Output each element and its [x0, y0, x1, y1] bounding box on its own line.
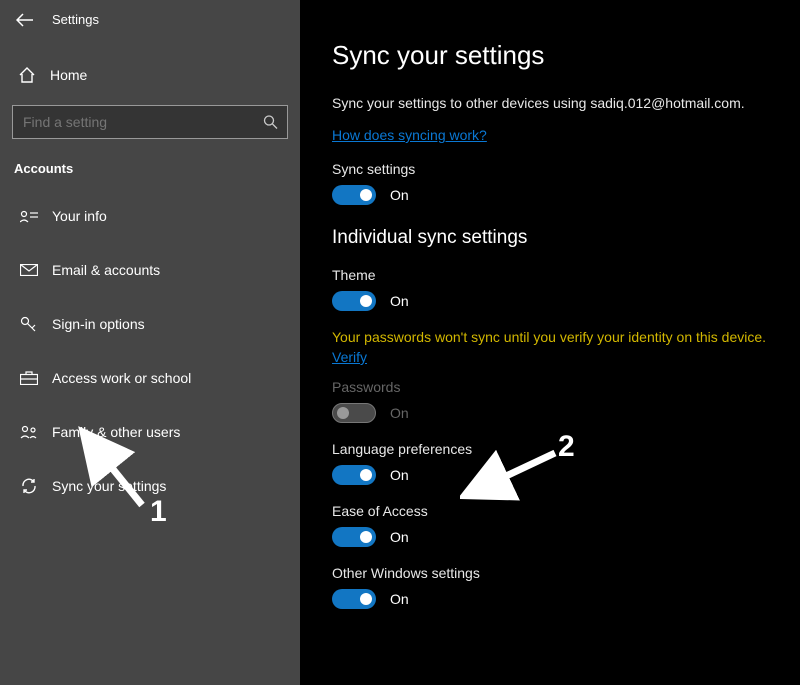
section-label: Accounts [0, 139, 300, 184]
toggle-state: On [390, 467, 409, 483]
sync-settings-toggle[interactable] [332, 185, 376, 205]
toggle-state: On [390, 293, 409, 309]
key-icon [20, 316, 38, 332]
passwords-toggle [332, 403, 376, 423]
individual-sync-title: Individual sync settings [332, 227, 770, 249]
ease-label: Ease of Access [332, 503, 770, 519]
other-toggle[interactable] [332, 589, 376, 609]
sidebar-item-your-info[interactable]: Your info [0, 194, 300, 238]
family-icon [20, 425, 38, 439]
sidebar-item-label: Sync your settings [52, 478, 166, 494]
person-card-icon [20, 209, 38, 223]
toggle-state: On [390, 187, 409, 203]
sync-settings-label: Sync settings [332, 161, 770, 177]
ease-toggle[interactable] [332, 527, 376, 547]
mail-icon [20, 264, 38, 276]
toggle-state: On [390, 405, 409, 421]
sync-description: Sync your settings to other devices usin… [332, 95, 770, 111]
verify-link[interactable]: Verify [332, 349, 770, 365]
theme-toggle[interactable] [332, 291, 376, 311]
theme-label: Theme [332, 267, 770, 283]
sidebar-item-work[interactable]: Access work or school [0, 356, 300, 400]
password-warning: Your passwords won't sync until you veri… [332, 329, 770, 345]
toggle-state: On [390, 529, 409, 545]
briefcase-icon [20, 371, 38, 385]
search-icon[interactable] [263, 115, 278, 130]
other-label: Other Windows settings [332, 565, 770, 581]
sidebar-item-label: Access work or school [52, 370, 191, 386]
toggle-state: On [390, 591, 409, 607]
header-bar: Settings [0, 0, 300, 35]
search-wrap [12, 105, 288, 139]
page-title: Sync your settings [332, 40, 770, 71]
sidebar-item-email[interactable]: Email & accounts [0, 248, 300, 292]
back-icon[interactable] [16, 13, 36, 27]
sidebar-item-label: Email & accounts [52, 262, 160, 278]
home-row[interactable]: Home [0, 53, 300, 97]
sidebar-item-family[interactable]: Family & other users [0, 410, 300, 454]
sidebar: Settings Home Accounts Your info Email &… [0, 0, 300, 685]
how-syncing-works-link[interactable]: How does syncing work? [332, 127, 770, 143]
sidebar-item-signin[interactable]: Sign-in options [0, 302, 300, 346]
home-label: Home [50, 67, 87, 83]
home-icon [18, 67, 36, 83]
sidebar-item-label: Sign-in options [52, 316, 145, 332]
sync-icon [20, 478, 38, 494]
search-input[interactable] [12, 105, 288, 139]
language-toggle[interactable] [332, 465, 376, 485]
passwords-label: Passwords [332, 379, 770, 395]
sidebar-item-label: Family & other users [52, 424, 180, 440]
language-label: Language preferences [332, 441, 770, 457]
sidebar-item-sync[interactable]: Sync your settings [0, 464, 300, 508]
settings-title: Settings [52, 12, 99, 27]
sidebar-item-label: Your info [52, 208, 107, 224]
main: Sync your settings Sync your settings to… [300, 0, 800, 685]
